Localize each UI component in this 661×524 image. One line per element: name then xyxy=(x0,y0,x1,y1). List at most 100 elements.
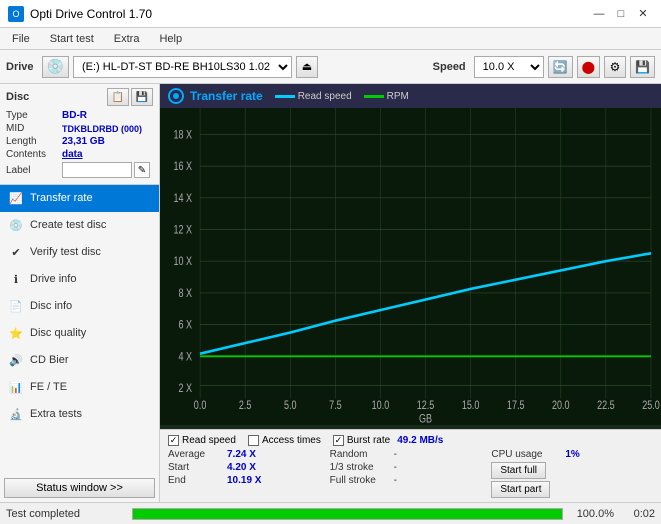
checkbox-burst-rate-box[interactable]: ✓ xyxy=(333,435,344,446)
sidebar: Disc 📋 💾 Type BD-R MID TDKBLDRBD (000) L… xyxy=(0,84,160,502)
disc-label-input[interactable] xyxy=(62,162,132,178)
stats-random-key: Random xyxy=(330,449,390,460)
nav-item-transfer-rate[interactable]: 📈 Transfer rate xyxy=(0,185,159,212)
nav-label-cd-bier: CD Bier xyxy=(30,354,69,366)
start-part-button[interactable]: Start part xyxy=(491,481,550,498)
start-full-button[interactable]: Start full xyxy=(491,462,546,479)
svg-text:20.0: 20.0 xyxy=(552,399,570,413)
svg-text:5.0: 5.0 xyxy=(284,399,297,413)
main-content: Disc 📋 💾 Type BD-R MID TDKBLDRBD (000) L… xyxy=(0,84,661,502)
disc-quality-icon: ⭐ xyxy=(8,325,24,341)
disc-type-val: BD-R xyxy=(62,110,87,121)
disc-label-key: Label xyxy=(6,165,62,176)
disc-save-button[interactable]: 💾 xyxy=(131,88,153,106)
progress-bar-container xyxy=(132,508,563,520)
extra-tests-icon: 🔬 xyxy=(8,406,24,422)
stats-average-row: Average 7.24 X xyxy=(168,448,330,461)
stats-full-stroke-row: Full stroke - xyxy=(330,474,492,487)
app-icon: O xyxy=(8,6,24,22)
legend-rpm: RPM xyxy=(364,91,409,102)
nav-item-fe-te[interactable]: 📊 FE / TE xyxy=(0,374,159,401)
chart-area: Transfer rate Read speed RPM xyxy=(160,84,661,429)
speed-select[interactable]: 10.0 X xyxy=(474,56,544,78)
disc-mid-key: MID xyxy=(6,123,62,134)
drive-select[interactable]: (E:) HL-DT-ST BD-RE BH10LS30 1.02 xyxy=(73,56,292,78)
nav-label-disc-quality: Disc quality xyxy=(30,327,86,339)
nav-item-disc-quality[interactable]: ⭐ Disc quality xyxy=(0,320,159,347)
nav-item-verify-test-disc[interactable]: ✔ Verify test disc xyxy=(0,239,159,266)
nav-item-extra-tests[interactable]: 🔬 Extra tests xyxy=(0,401,159,428)
disc-panel: Disc 📋 💾 Type BD-R MID TDKBLDRBD (000) L… xyxy=(0,84,159,185)
svg-text:10 X: 10 X xyxy=(174,255,193,269)
checkbox-access-times[interactable]: Access times xyxy=(248,435,321,446)
nav-label-create-test-disc: Create test disc xyxy=(30,219,106,231)
stats-col-1: Average 7.24 X Start 4.20 X End 10.19 X xyxy=(168,448,330,499)
progress-percent: 100.0% xyxy=(569,508,614,520)
stats-area: ✓ Read speed Access times ✓ Burst rate 4… xyxy=(160,429,661,502)
eject-button[interactable]: ⏏ xyxy=(296,56,318,78)
right-panel: Transfer rate Read speed RPM xyxy=(160,84,661,502)
disc-contents-val[interactable]: data xyxy=(62,149,83,160)
legend-read-speed-label: Read speed xyxy=(298,91,352,102)
menu-bar: File Start test Extra Help xyxy=(0,28,661,50)
transfer-rate-icon: 📈 xyxy=(8,190,24,206)
menu-start-test[interactable]: Start test xyxy=(42,31,102,47)
title-bar: O Opti Drive Control 1.70 — □ ✕ xyxy=(0,0,661,28)
disc-info-icon: 📄 xyxy=(8,298,24,314)
nav-item-drive-info[interactable]: ℹ Drive info xyxy=(0,266,159,293)
settings-button[interactable]: ⚙ xyxy=(604,56,626,78)
svg-text:15.0: 15.0 xyxy=(462,399,480,413)
nav-item-cd-bier[interactable]: 🔊 CD Bier xyxy=(0,347,159,374)
svg-text:2.5: 2.5 xyxy=(239,399,252,413)
svg-text:2 X: 2 X xyxy=(179,382,193,396)
svg-text:GB: GB xyxy=(419,412,432,425)
checkbox-burst-rate[interactable]: ✓ Burst rate 49.2 MB/s xyxy=(333,435,444,446)
svg-text:8 X: 8 X xyxy=(179,287,193,301)
stats-cpu-val: 1% xyxy=(565,449,595,460)
disc-type-row: Type BD-R xyxy=(6,110,153,121)
checkbox-read-speed[interactable]: ✓ Read speed xyxy=(168,435,236,446)
disc-copy-button[interactable]: 📋 xyxy=(107,88,129,106)
chart-title: Transfer rate xyxy=(190,89,263,103)
svg-text:12 X: 12 X xyxy=(174,223,193,237)
stats-full-stroke-val: - xyxy=(394,475,424,486)
checkbox-access-times-box[interactable] xyxy=(248,435,259,446)
checkbox-burst-rate-label: Burst rate xyxy=(347,435,390,446)
title-bar-controls: — □ ✕ xyxy=(589,5,653,23)
disc-label-btn[interactable]: ✎ xyxy=(134,162,150,178)
stats-checkboxes: ✓ Read speed Access times ✓ Burst rate 4… xyxy=(168,433,653,448)
minimize-button[interactable]: — xyxy=(589,5,609,23)
chart-header: Transfer rate Read speed RPM xyxy=(160,84,661,108)
write-button[interactable]: ⬤ xyxy=(577,56,600,78)
nav-item-disc-info[interactable]: 📄 Disc info xyxy=(0,293,159,320)
close-button[interactable]: ✕ xyxy=(633,5,653,23)
stats-end-row: End 10.19 X xyxy=(168,474,330,487)
refresh-button[interactable]: 🔄 xyxy=(548,56,573,78)
menu-help[interactable]: Help xyxy=(151,31,190,47)
drive-icon-button[interactable]: 💿 xyxy=(42,56,69,78)
burst-rate-value: 49.2 MB/s xyxy=(397,435,443,446)
checkbox-access-times-label: Access times xyxy=(262,435,321,446)
nav-item-create-test-disc[interactable]: 💿 Create test disc xyxy=(0,212,159,239)
stats-col-3: CPU usage 1% Start full Start part xyxy=(491,448,653,499)
nav-items: 📈 Transfer rate 💿 Create test disc ✔ Ver… xyxy=(0,185,159,428)
menu-extra[interactable]: Extra xyxy=(106,31,148,47)
maximize-button[interactable]: □ xyxy=(611,5,631,23)
stats-start-part-row: Start part xyxy=(491,480,653,499)
svg-text:17.5: 17.5 xyxy=(507,399,525,413)
fe-te-icon: 📊 xyxy=(8,379,24,395)
stats-average-val: 7.24 X xyxy=(227,449,267,460)
checkbox-read-speed-box[interactable]: ✓ xyxy=(168,435,179,446)
stats-stroke-row: 1/3 stroke - xyxy=(330,461,492,474)
svg-text:14 X: 14 X xyxy=(174,192,193,206)
disc-panel-header: Disc 📋 💾 xyxy=(6,88,153,106)
stats-end-key: End xyxy=(168,475,223,486)
stats-cpu-row: CPU usage 1% xyxy=(491,448,653,461)
disc-contents-key: Contents xyxy=(6,149,62,160)
status-window-button[interactable]: Status window >> xyxy=(4,478,155,498)
save-button[interactable]: 💾 xyxy=(630,56,655,78)
stats-start-val: 4.20 X xyxy=(227,462,267,473)
checkbox-read-speed-label: Read speed xyxy=(182,435,236,446)
stats-start-full-row: Start full xyxy=(491,461,653,480)
menu-file[interactable]: File xyxy=(4,31,38,47)
